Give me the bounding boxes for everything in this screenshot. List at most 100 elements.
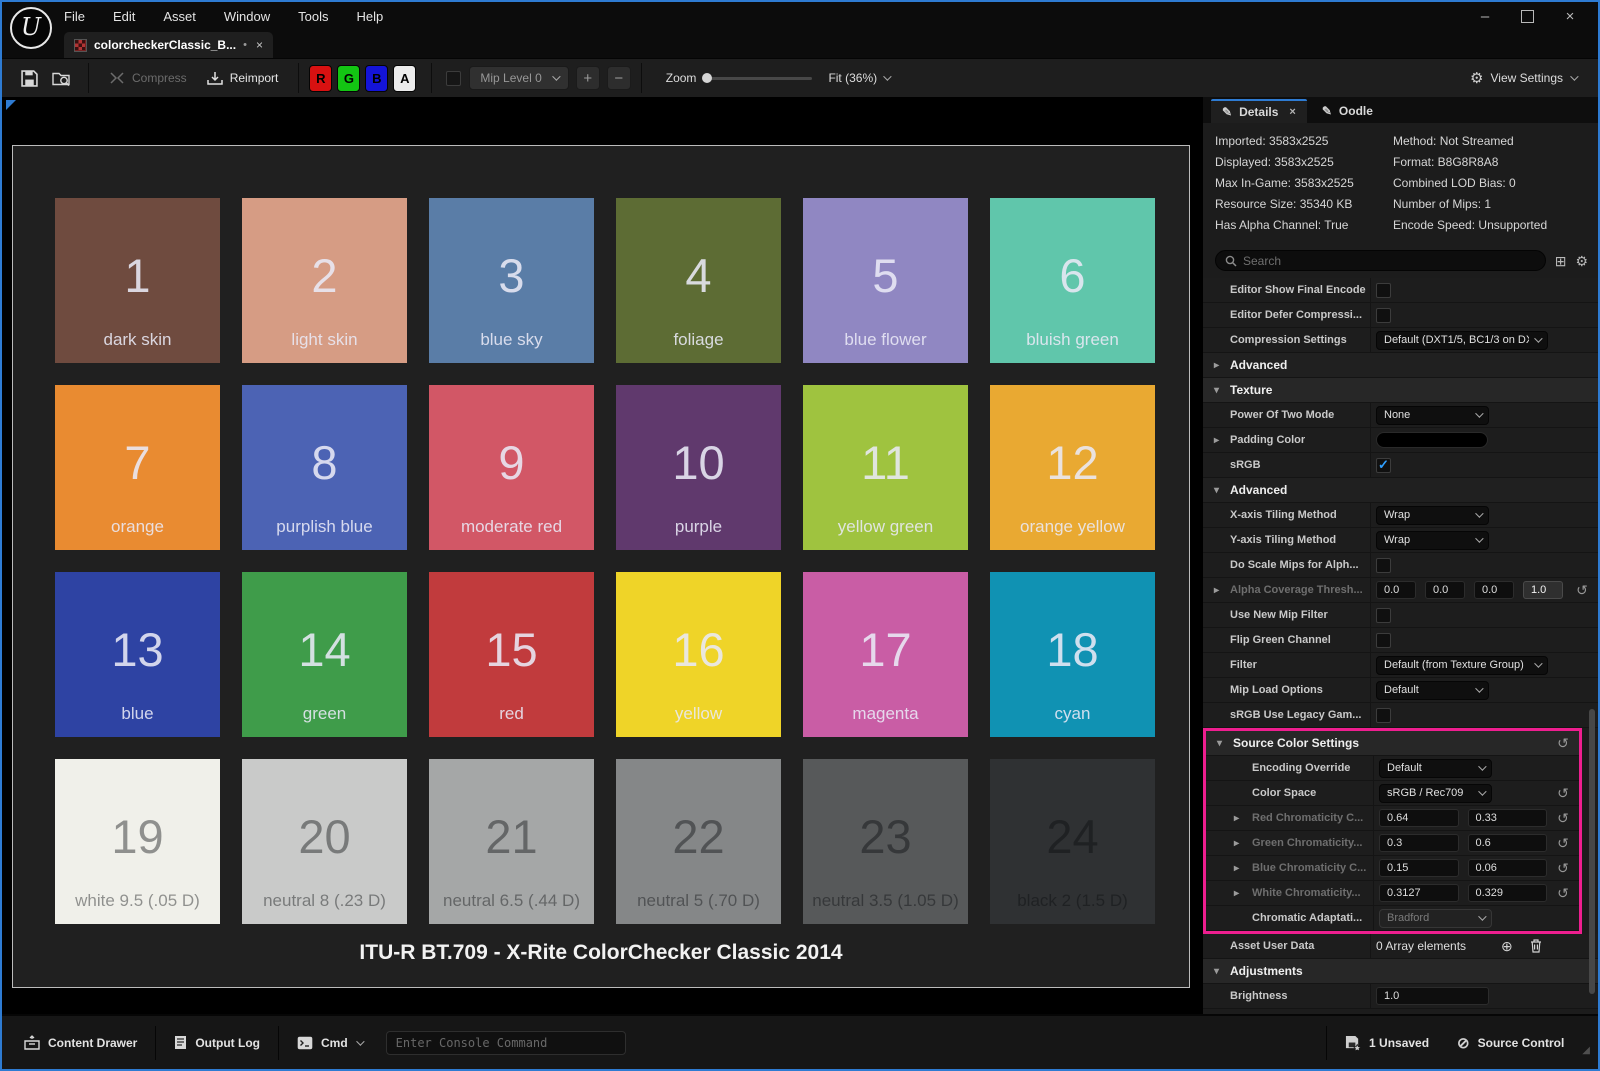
content-drawer-button[interactable]: Content Drawer xyxy=(10,1026,151,1060)
tab-oodle[interactable]: ✎ Oodle xyxy=(1311,99,1384,123)
view-settings-button[interactable]: ⚙ View Settings xyxy=(1470,69,1586,87)
dropdown-encoding-override[interactable]: Default xyxy=(1379,759,1492,778)
checkbox-editor-defer-compressi[interactable] xyxy=(1376,308,1391,323)
window-resize-grip[interactable]: ◢ xyxy=(1582,1045,1590,1060)
search-input[interactable] xyxy=(1243,254,1536,268)
dropdown-color-space[interactable]: sRGB / Rec709 xyxy=(1379,784,1492,803)
mip-level-dropdown[interactable]: Mip Level 0 xyxy=(469,66,568,90)
reset-icon[interactable]: ↺ xyxy=(1547,806,1579,830)
chevron-down-icon[interactable]: ▾ xyxy=(1214,966,1219,977)
menu-tools[interactable]: Tools xyxy=(298,9,328,24)
close-button[interactable]: × xyxy=(1560,8,1580,25)
field-red-chromaticity-c-1[interactable]: 0.33 xyxy=(1468,809,1548,827)
property-label-adjustments[interactable]: ▾Adjustments xyxy=(1203,959,1303,983)
checkbox-srgb-use-legacy-gam[interactable] xyxy=(1376,708,1391,723)
add-element-icon[interactable]: ⊕ xyxy=(1501,938,1513,955)
checkbox-do-scale-mips-for-alph[interactable] xyxy=(1376,558,1391,573)
chevron-right-icon[interactable]: ▸ xyxy=(1214,435,1219,446)
menu-file[interactable]: File xyxy=(64,9,85,24)
chevron-right-icon[interactable]: ▸ xyxy=(1214,360,1219,371)
field-white-chromaticity-0[interactable]: 0.3127 xyxy=(1379,884,1459,902)
mip-minus-button[interactable]: − xyxy=(607,66,631,90)
tab-details[interactable]: ✎ Details × xyxy=(1211,99,1307,123)
fit-dropdown[interactable]: Fit (36%) xyxy=(828,71,889,85)
source-control-button[interactable]: ⊘ Source Control xyxy=(1443,1026,1578,1060)
checkbox-srgb[interactable]: ✓ xyxy=(1376,458,1391,473)
field-green-chromaticity-1[interactable]: 0.6 xyxy=(1468,834,1548,852)
dropdown-compression-settings[interactable]: Default (DXT1/5, BC1/3 on DX xyxy=(1376,331,1548,350)
unreal-engine-logo-icon[interactable]: U xyxy=(10,7,52,49)
menu-edit[interactable]: Edit xyxy=(113,9,135,24)
chevron-down-icon[interactable]: ▾ xyxy=(1214,485,1219,496)
menu-help[interactable]: Help xyxy=(356,9,383,24)
reset-icon[interactable]: ↺ xyxy=(1547,856,1579,880)
dropdown-x-axis-tiling-method[interactable]: Wrap xyxy=(1376,506,1489,525)
chevron-down-icon[interactable]: ▾ xyxy=(1214,385,1219,396)
chevron-right-icon[interactable]: ▸ xyxy=(1234,888,1239,899)
dropdown-filter[interactable]: Default (from Texture Group) xyxy=(1376,656,1548,675)
asset-tab[interactable]: colorcheckerClassic_B... • × xyxy=(64,32,273,58)
reset-icon[interactable]: ↺ xyxy=(1547,731,1579,755)
details-scrollbar[interactable] xyxy=(1589,297,1595,1008)
property-label-texture[interactable]: ▾Texture xyxy=(1203,378,1272,402)
channel-button-b[interactable]: B xyxy=(365,65,388,92)
field-brightness[interactable]: 1.0 xyxy=(1376,987,1489,1005)
scrollbar-thumb[interactable] xyxy=(1589,709,1595,993)
reset-icon[interactable]: ↺ xyxy=(1547,831,1579,855)
minimize-button[interactable]: – xyxy=(1475,8,1495,25)
save-button[interactable] xyxy=(14,63,45,93)
cmd-dropdown[interactable]: Cmd xyxy=(283,1026,376,1060)
unsaved-button[interactable]: 1 Unsaved xyxy=(1331,1026,1443,1060)
field-alpha-coverage-thresh-3[interactable]: 1.0 xyxy=(1523,581,1563,599)
channel-button-a[interactable]: A xyxy=(393,65,416,92)
maximize-button[interactable] xyxy=(1521,10,1534,23)
color-swatch-padding-color[interactable] xyxy=(1376,432,1488,448)
field-green-chromaticity-0[interactable]: 0.3 xyxy=(1379,834,1459,852)
dropdown-chromatic-adaptati[interactable]: Bradford xyxy=(1379,909,1492,928)
reset-icon[interactable]: ↺ xyxy=(1547,881,1579,905)
display-filter-icon[interactable]: ⊞ xyxy=(1555,254,1567,268)
checkbox-editor-show-final-encode[interactable] xyxy=(1376,283,1391,298)
chevron-right-icon[interactable]: ▸ xyxy=(1234,838,1239,849)
property-label-source-color-settings[interactable]: ▾Source Color Settings xyxy=(1206,731,1359,755)
property-label-advanced[interactable]: ▾Advanced xyxy=(1203,478,1287,502)
menu-asset[interactable]: Asset xyxy=(163,9,196,24)
chevron-right-icon[interactable]: ▸ xyxy=(1234,863,1239,874)
console-command-input[interactable] xyxy=(396,1032,616,1054)
mip-plus-button[interactable]: + xyxy=(576,66,600,90)
output-log-button[interactable]: Output Log xyxy=(160,1026,274,1060)
chevron-right-icon[interactable]: ▸ xyxy=(1234,813,1239,824)
console-command-field[interactable] xyxy=(386,1031,626,1055)
tab-close-icon[interactable]: × xyxy=(256,38,263,52)
delete-elements-icon[interactable] xyxy=(1530,939,1542,953)
browse-to-asset-button[interactable] xyxy=(45,63,78,93)
reimport-button[interactable]: Reimport xyxy=(197,63,289,93)
compress-button[interactable]: Compress xyxy=(99,63,197,93)
dropdown-mip-load-options[interactable]: Default xyxy=(1376,681,1489,700)
chevron-right-icon[interactable]: ▸ xyxy=(1214,585,1219,596)
reset-icon[interactable]: ↺ xyxy=(1547,781,1579,805)
property-label-advanced[interactable]: ▸Advanced xyxy=(1203,353,1287,377)
channel-button-r[interactable]: R xyxy=(309,65,332,92)
field-blue-chromaticity-c-0[interactable]: 0.15 xyxy=(1379,859,1459,877)
dropdown-y-axis-tiling-method[interactable]: Wrap xyxy=(1376,531,1489,550)
field-alpha-coverage-thresh-2[interactable]: 0.0 xyxy=(1474,581,1514,599)
field-blue-chromaticity-c-1[interactable]: 0.06 xyxy=(1468,859,1548,877)
details-tab-close-icon[interactable]: × xyxy=(1289,106,1295,118)
field-red-chromaticity-c-0[interactable]: 0.64 xyxy=(1379,809,1459,827)
field-white-chromaticity-1[interactable]: 0.329 xyxy=(1468,884,1548,902)
checkbox-flip-green-channel[interactable] xyxy=(1376,633,1391,648)
mip-level-checkbox[interactable] xyxy=(446,71,461,86)
chevron-down-icon[interactable]: ▾ xyxy=(1217,738,1222,749)
checkbox-use-new-mip-filter[interactable] xyxy=(1376,608,1391,623)
field-alpha-coverage-thresh-0[interactable]: 0.0 xyxy=(1376,581,1416,599)
channel-button-g[interactable]: G xyxy=(337,65,360,92)
search-box[interactable] xyxy=(1215,250,1546,271)
zoom-slider-thumb[interactable] xyxy=(702,73,712,83)
zoom-slider[interactable] xyxy=(704,77,812,80)
settings-gear-icon[interactable]: ⚙ xyxy=(1575,254,1588,268)
dropdown-power-of-two-mode[interactable]: None xyxy=(1376,406,1489,425)
menu-window[interactable]: Window xyxy=(224,9,270,24)
field-alpha-coverage-thresh-1[interactable]: 0.0 xyxy=(1425,581,1465,599)
texture-viewport[interactable]: 1dark skin2light skin3blue sky4foliage5b… xyxy=(2,97,1202,1014)
